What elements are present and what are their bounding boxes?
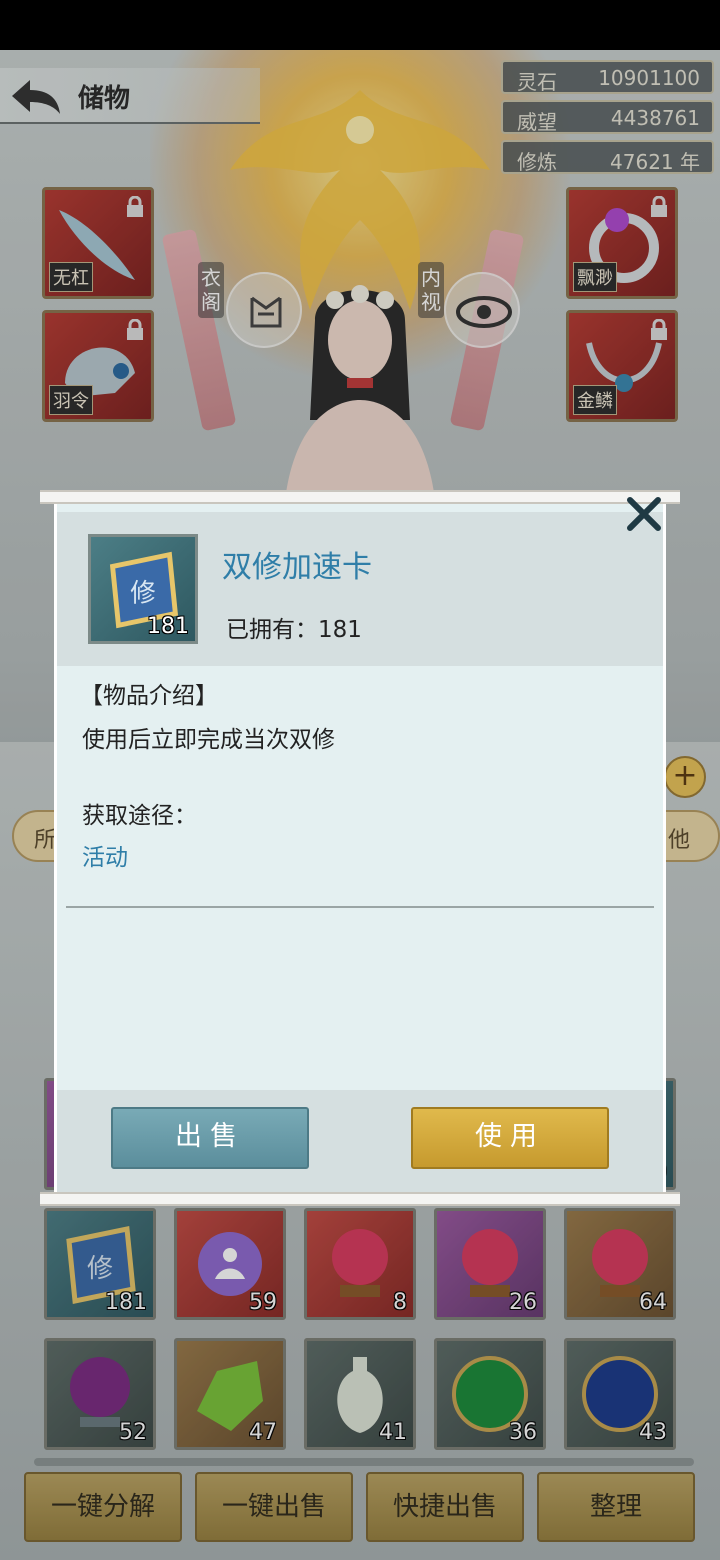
svg-text:修: 修 [130, 579, 156, 609]
item-detail-dialog: 修 181 双修加速卡 已拥有：181 【物品介绍】 使用后立即完成当次双修 获… [40, 490, 680, 1208]
description-header: 【物品介绍】 [80, 683, 218, 709]
divider [66, 906, 654, 908]
close-icon[interactable] [624, 494, 664, 534]
storage-screen: 储物 灵石 10901100 威望 4438761 修炼 47621 年 衣阁 … [0, 50, 720, 1560]
owned-count: 已拥有：181 [226, 617, 362, 643]
dialog-top-rail [40, 490, 680, 504]
source-label: 获取途径： [82, 803, 197, 829]
use-button[interactable]: 使用 [411, 1107, 609, 1169]
sell-button[interactable]: 出售 [111, 1107, 309, 1169]
item-name: 双修加速卡 [222, 550, 372, 585]
description-text: 使用后立即完成当次双修 [82, 727, 335, 753]
status-bar [0, 0, 720, 50]
dialog-bottom-rail [40, 1192, 680, 1206]
dialog-item-icon: 修 181 [88, 534, 198, 644]
item-count: 181 [147, 614, 189, 639]
source-value[interactable]: 活动 [82, 838, 128, 872]
